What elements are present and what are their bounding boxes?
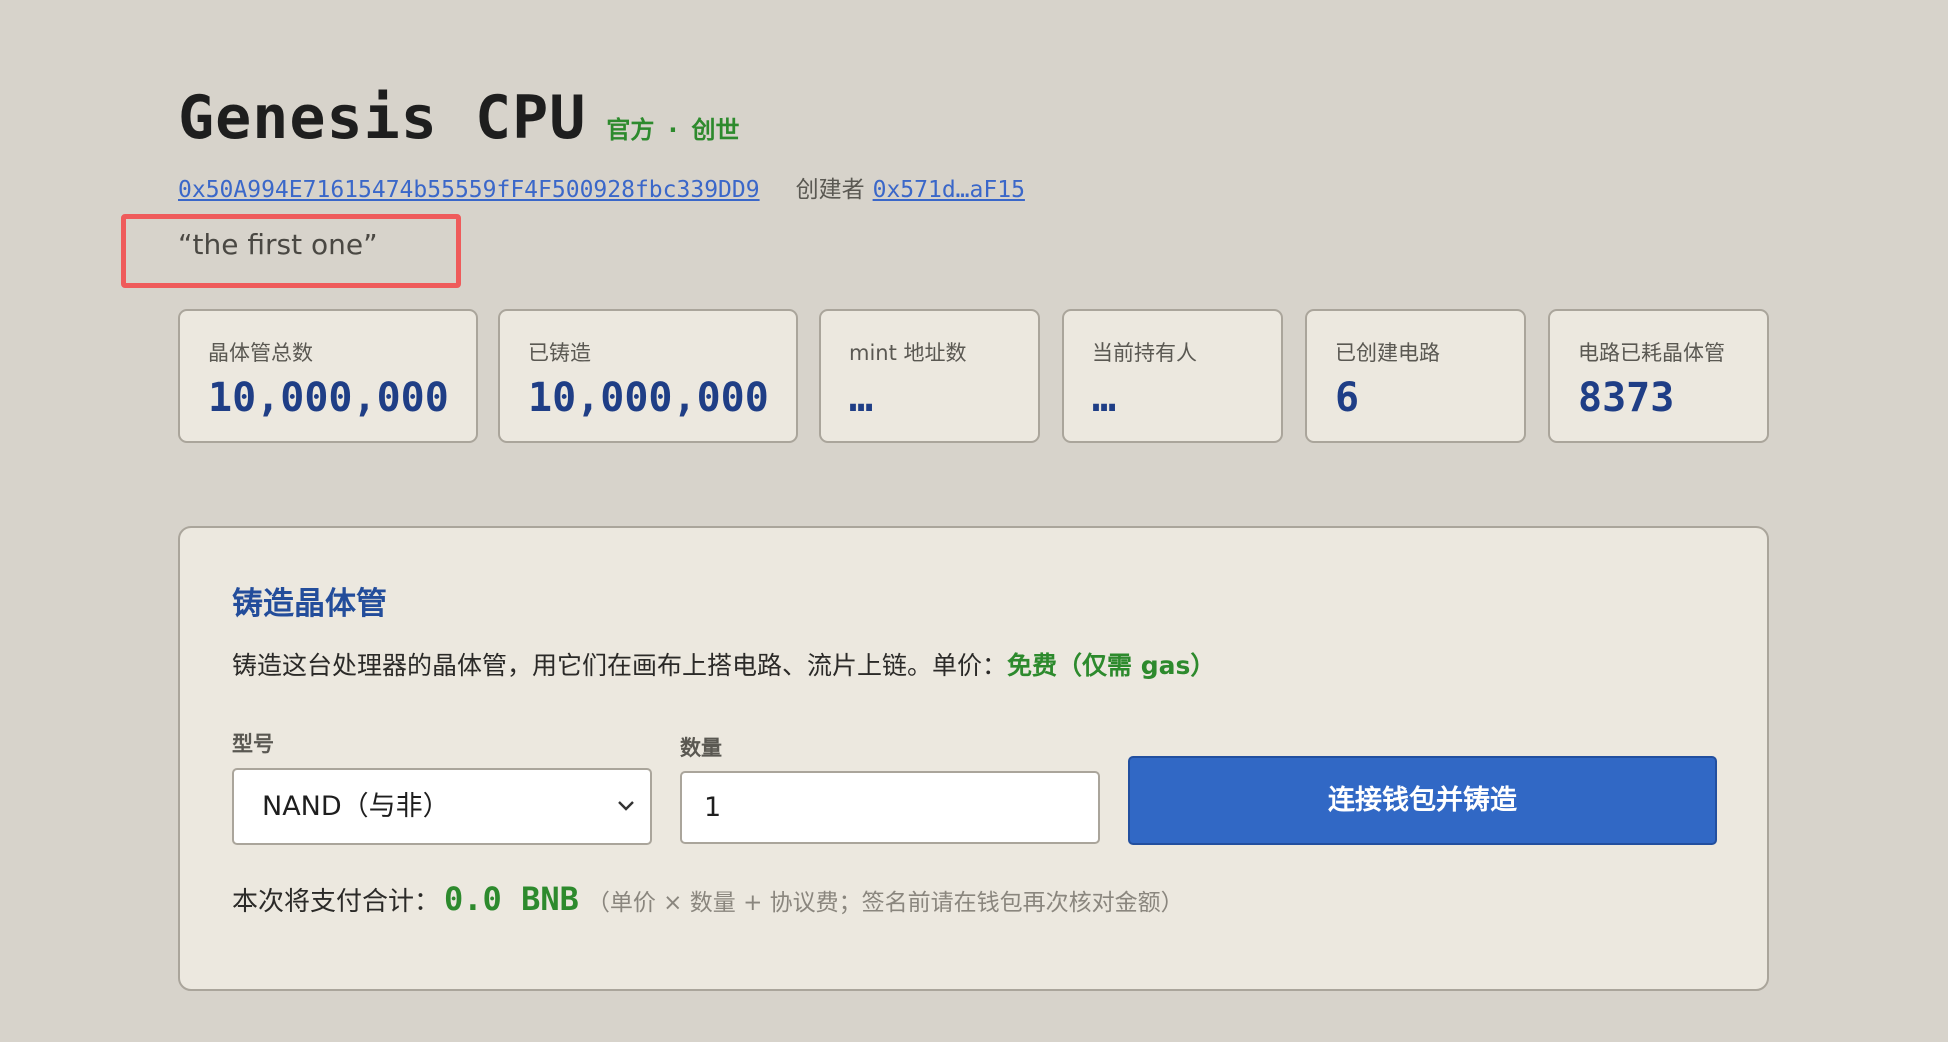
contract-address-link[interactable]: 0x50A994E71615474b55559fF4F500928fbc339D… <box>178 177 760 203</box>
model-select[interactable]: NAND（与非） <box>232 768 652 845</box>
stat-label: 已铸造 <box>528 341 591 365</box>
creator-label: 创建者 <box>795 177 865 203</box>
title-row: Genesis CPU 官方 · 创世 <box>178 82 739 154</box>
total-note: （单价 × 数量 + 协议费；签名前请在钱包再次核对金额） <box>586 890 1184 916</box>
quantity-label: 数量 <box>680 736 722 760</box>
page-title: Genesis CPU <box>178 83 587 153</box>
model-select-value: NAND（与非） <box>262 791 450 822</box>
stat-label: 晶体管总数 <box>208 341 313 365</box>
connect-wallet-mint-button[interactable]: 连接钱包并铸造 <box>1128 756 1717 845</box>
stat-value: … <box>1092 375 1117 421</box>
genesis-tag: 创世 <box>691 116 740 144</box>
stat-label: 已创建电路 <box>1335 341 1440 365</box>
stat-value: … <box>849 375 874 421</box>
title-tags: 官方 · 创世 <box>606 110 739 145</box>
total-amount: 0.0 BNB <box>444 880 579 918</box>
mint-panel-title: 铸造晶体管 <box>232 586 387 622</box>
stat-label: 电路已耗晶体管 <box>1578 341 1725 365</box>
stat-card-minted: 已铸造 10,000,000 <box>498 309 798 443</box>
stat-card-mint-addresses: mint 地址数 … <box>819 309 1040 443</box>
stat-value: 6 <box>1335 375 1360 421</box>
official-tag: 官方 <box>606 116 655 144</box>
address-row: 0x50A994E71615474b55559fF4F500928fbc339D… <box>178 170 1025 204</box>
mint-description-text: 铸造这台处理器的晶体管，用它们在画布上搭电路、流片上链。单价： <box>232 651 1008 680</box>
stat-card-circuit-transistors: 电路已耗晶体管 8373 <box>1548 309 1769 443</box>
tag-separator: · <box>668 116 678 144</box>
total-label: 本次将支付合计： <box>232 887 441 917</box>
stat-card-current-holders: 当前持有人 … <box>1062 309 1283 443</box>
chevron-down-icon <box>616 770 636 873</box>
mint-panel: 铸造晶体管 铸造这台处理器的晶体管，用它们在画布上搭电路、流片上链。单价：免费（… <box>178 526 1769 991</box>
stat-value: 10,000,000 <box>208 375 449 421</box>
mint-price: 免费（仅需 gas） <box>1007 651 1216 680</box>
mint-description: 铸造这台处理器的晶体管，用它们在画布上搭电路、流片上链。单价：免费（仅需 gas… <box>232 646 1215 682</box>
quantity-input[interactable] <box>680 771 1100 844</box>
cpu-quote: “the first one” <box>178 228 378 261</box>
creator-address-link[interactable]: 0x571d…aF15 <box>873 177 1025 203</box>
stat-value: 8373 <box>1578 375 1675 421</box>
stat-label: 当前持有人 <box>1092 341 1197 365</box>
stats-row: 晶体管总数 10,000,000 已铸造 10,000,000 mint 地址数… <box>178 309 1769 443</box>
stat-card-circuits-created: 已创建电路 6 <box>1305 309 1526 443</box>
stat-value: 10,000,000 <box>528 375 769 421</box>
model-label: 型号 <box>232 732 274 756</box>
total-payment: 本次将支付合计： 0.0 BNB （单价 × 数量 + 协议费；签名前请在钱包再… <box>232 880 1184 918</box>
stat-label: mint 地址数 <box>849 341 967 365</box>
stat-card-total-transistors: 晶体管总数 10,000,000 <box>178 309 478 443</box>
